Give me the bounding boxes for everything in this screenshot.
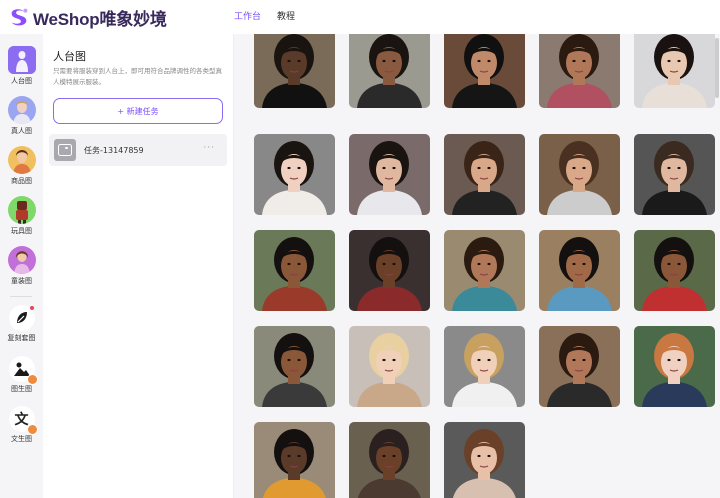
- rail-label: 图生图: [11, 385, 32, 393]
- nav-tutorial[interactable]: 教程: [269, 0, 303, 34]
- model-portrait: [349, 34, 430, 108]
- model-portrait: [349, 134, 430, 215]
- logo-mark-icon: [11, 8, 28, 26]
- text-glyph: 文: [14, 412, 29, 428]
- model-portrait: [634, 230, 715, 311]
- new-task-button[interactable]: + 新建任务: [53, 98, 223, 124]
- category-rail: 人台图 真人图 商品图 玩具图 童装图 复刻套图 图生图 文 文生图: [0, 34, 43, 498]
- model-portrait: [444, 326, 525, 407]
- model-portrait: [349, 422, 430, 498]
- model-portrait: [254, 134, 335, 215]
- mannequin-icon: [7, 46, 36, 74]
- model-card[interactable]: [444, 230, 525, 311]
- toy-avatar-icon: [7, 196, 36, 224]
- leaf-icon: [8, 305, 35, 331]
- logo[interactable]: WeShop唯象妙境: [8, 5, 167, 29]
- model-card[interactable]: [254, 230, 335, 311]
- model-card[interactable]: [254, 34, 335, 108]
- notification-dot: [29, 306, 34, 310]
- model-card[interactable]: [444, 134, 525, 215]
- model-portrait: [254, 326, 335, 407]
- model-portrait: [349, 230, 430, 311]
- pro-badge-icon: [26, 374, 38, 385]
- rail-item-model[interactable]: 真人图: [0, 96, 43, 146]
- model-card[interactable]: [254, 326, 335, 407]
- task-panel: 人台图 只需要将服装穿到人台上，即可用符合品牌调性的各类型真人模特展示服装。 +…: [43, 34, 234, 498]
- rail-divider: [10, 296, 32, 297]
- model-card[interactable]: [349, 34, 430, 108]
- rail-item-replicate-set[interactable]: 复刻套图: [0, 305, 43, 355]
- text-icon: 文: [8, 406, 38, 435]
- model-card[interactable]: [539, 134, 620, 215]
- model-card[interactable]: [349, 326, 430, 407]
- model-portrait: [539, 326, 620, 407]
- task-image-icon: [54, 139, 76, 161]
- logo-text: WeShop唯象妙境: [33, 9, 167, 29]
- rail-item-text-to-image[interactable]: 文 文生图: [0, 406, 43, 456]
- image-icon: [8, 356, 38, 385]
- rail-label: 玩具图: [11, 227, 32, 235]
- model-card[interactable]: [444, 326, 525, 407]
- model-portrait: [539, 34, 620, 108]
- model-portrait: [634, 34, 715, 108]
- model-card[interactable]: [539, 230, 620, 311]
- rail-item-mannequin[interactable]: 人台图: [0, 46, 43, 96]
- rail-item-image-to-image[interactable]: 图生图: [0, 356, 43, 406]
- panel-title: 人台图: [53, 50, 86, 63]
- main-nav: 工作台 教程: [226, 0, 303, 34]
- model-card[interactable]: [349, 134, 430, 215]
- model-card[interactable]: [349, 422, 430, 498]
- model-portrait: [539, 134, 620, 215]
- model-portrait: [444, 34, 525, 108]
- rail-item-toy[interactable]: 玩具图: [0, 196, 43, 246]
- rail-label: 人台图: [11, 77, 32, 85]
- top-header: WeShop唯象妙境 工作台 教程: [0, 0, 720, 34]
- model-portrait: [444, 134, 525, 215]
- more-icon[interactable]: ···: [203, 143, 215, 153]
- model-portrait: [634, 134, 715, 215]
- model-gallery: [234, 34, 720, 498]
- model-portrait: [444, 230, 525, 311]
- task-name: 任务-13147859: [84, 145, 144, 155]
- model-card[interactable]: [634, 230, 715, 311]
- gallery-scrollbar[interactable]: [715, 38, 719, 98]
- rail-label: 商品图: [11, 177, 32, 185]
- rail-label: 复刻套图: [7, 334, 36, 342]
- model-portrait: [349, 326, 430, 407]
- model-portrait: [254, 230, 335, 311]
- model-card[interactable]: [444, 422, 525, 498]
- rail-label: 真人图: [11, 127, 32, 135]
- rail-item-kids[interactable]: 童装图: [0, 246, 43, 296]
- model-avatar-icon: [7, 96, 36, 124]
- model-card[interactable]: [634, 134, 715, 215]
- panel-description: 只需要将服装穿到人台上，即可用符合品牌调性的各类型真人模特展示服装。: [53, 67, 222, 86]
- task-list-item[interactable]: 任务-13147859 ···: [49, 134, 227, 166]
- model-card[interactable]: [634, 326, 715, 407]
- model-portrait: [254, 422, 335, 498]
- model-card[interactable]: [444, 34, 525, 108]
- model-card[interactable]: [254, 134, 335, 215]
- model-portrait: [634, 326, 715, 407]
- rail-label: 文生图: [11, 435, 32, 443]
- model-portrait: [444, 422, 525, 498]
- nav-workbench[interactable]: 工作台: [226, 0, 269, 34]
- model-card[interactable]: [539, 326, 620, 407]
- rail-item-product[interactable]: 商品图: [0, 146, 43, 196]
- rail-label: 童装图: [11, 277, 32, 285]
- product-avatar-icon: [7, 146, 36, 174]
- pro-badge-icon: [26, 424, 38, 435]
- model-portrait: [254, 34, 335, 108]
- kids-avatar-icon: [7, 246, 36, 274]
- model-card[interactable]: [254, 422, 335, 498]
- model-card[interactable]: [349, 230, 430, 311]
- model-portrait: [539, 230, 620, 311]
- model-card[interactable]: [539, 34, 620, 108]
- model-card[interactable]: [634, 34, 715, 108]
